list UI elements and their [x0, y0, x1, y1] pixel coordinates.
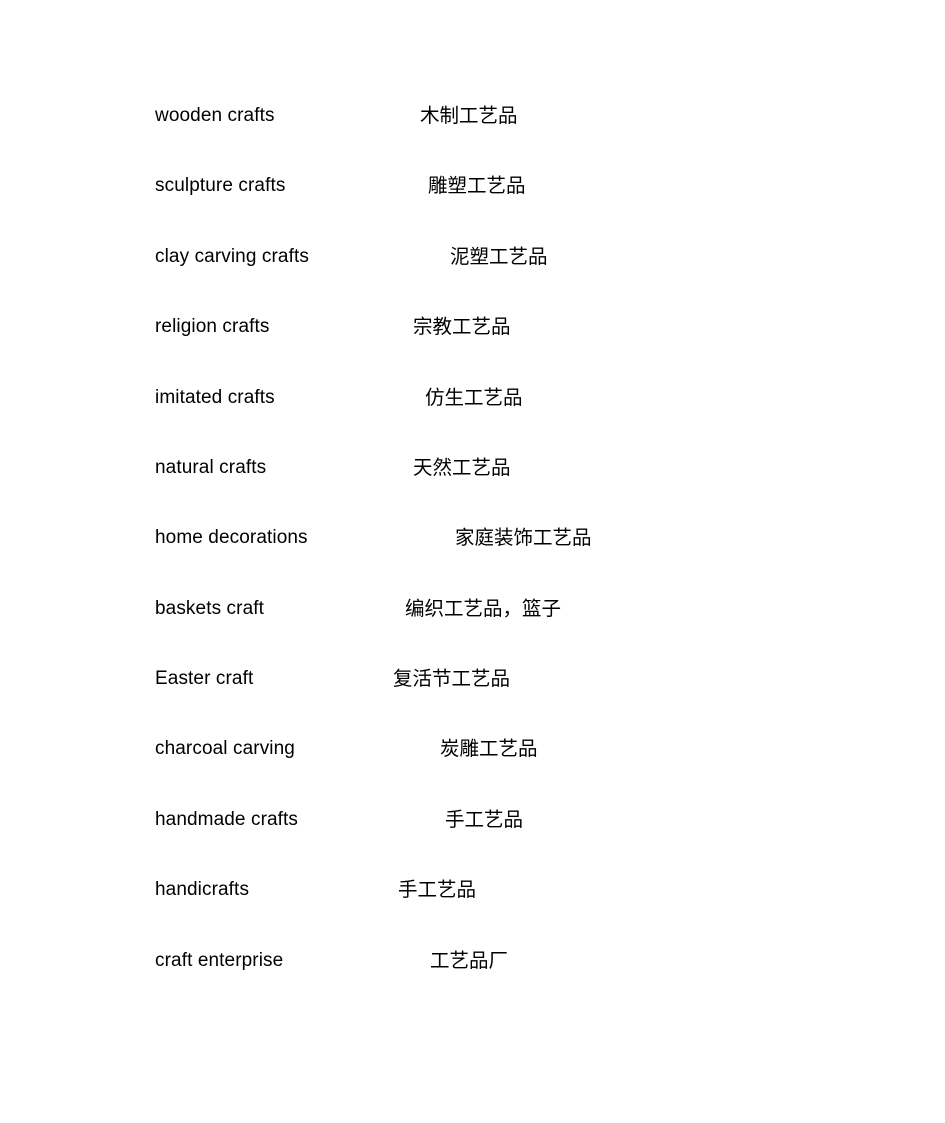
- table-row: sculpture crafts 雕塑工艺品: [0, 173, 945, 203]
- glossary-term-chinese: 编织工艺品，篮子: [405, 597, 562, 620]
- table-row: Easter craft 复活节工艺品: [0, 666, 945, 696]
- glossary-term-english: Easter craft: [155, 668, 254, 689]
- table-row: natural crafts 天然工艺品: [0, 455, 945, 485]
- glossary-term-chinese: 工艺品厂: [430, 949, 509, 972]
- glossary-term-english: home decorations: [155, 527, 308, 548]
- table-row: imitated crafts 仿生工艺品: [0, 385, 945, 415]
- document-page: wooden crafts 木制工艺品 sculpture crafts 雕塑工艺品 c…: [0, 0, 945, 1123]
- table-row: baskets craft 编织工艺品，篮子: [0, 596, 945, 626]
- glossary-term-chinese: 手工艺品: [445, 808, 524, 831]
- glossary-term-chinese: 宗教工艺品: [413, 315, 511, 338]
- table-row: wooden crafts 木制工艺品: [0, 103, 945, 133]
- glossary-term-english: baskets craft: [155, 598, 265, 619]
- table-row: religion crafts 宗教工艺品: [0, 314, 945, 344]
- glossary-term-english: handmade crafts: [155, 809, 299, 830]
- glossary-term-english: charcoal carving: [155, 738, 295, 759]
- glossary-term-english: wooden crafts: [155, 105, 275, 126]
- glossary-term-english: imitated crafts: [155, 387, 275, 408]
- table-row: handicrafts 手工艺品: [0, 877, 945, 907]
- table-row: craft enterprise 工艺品厂: [0, 948, 945, 978]
- table-row: clay carving crafts 泥塑工艺品: [0, 244, 945, 274]
- glossary-term-chinese: 雕塑工艺品: [428, 174, 526, 197]
- table-row: handmade crafts 手工艺品: [0, 807, 945, 837]
- table-row: charcoal carving 炭雕工艺品: [0, 736, 945, 766]
- glossary-term-chinese: 家庭装饰工艺品: [455, 526, 592, 549]
- glossary-term-chinese: 仿生工艺品: [425, 386, 523, 409]
- glossary-term-english: handicrafts: [155, 879, 250, 900]
- glossary-term-chinese: 复活节工艺品: [393, 667, 511, 690]
- glossary-term-english: natural crafts: [155, 457, 267, 478]
- glossary-term-english: clay carving crafts: [155, 246, 309, 267]
- table-row: home decorations 家庭装饰工艺品: [0, 525, 945, 555]
- glossary-term-chinese: 炭雕工艺品: [440, 737, 538, 760]
- glossary-term-english: religion crafts: [155, 316, 270, 337]
- glossary-term-english: sculpture crafts: [155, 175, 286, 196]
- glossary-term-english: craft enterprise: [155, 950, 284, 971]
- glossary-term-chinese: 手工艺品: [398, 878, 477, 901]
- glossary-term-chinese: 泥塑工艺品: [450, 245, 548, 268]
- glossary-term-chinese: 天然工艺品: [413, 456, 511, 479]
- bilingual-glossary-list: wooden crafts 木制工艺品 sculpture crafts 雕塑工艺品 c…: [0, 0, 945, 1123]
- glossary-term-chinese: 木制工艺品: [420, 104, 518, 127]
